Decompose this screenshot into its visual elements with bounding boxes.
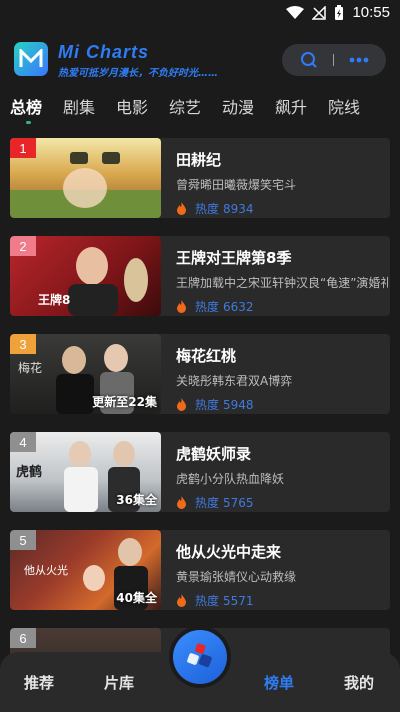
header-actions bbox=[282, 44, 386, 76]
heat-value: 8934 bbox=[223, 201, 254, 216]
item-title: 梅花红桃 bbox=[176, 347, 237, 365]
rank-badge: 4 bbox=[10, 432, 36, 452]
item-heat: 热度 6632 bbox=[176, 298, 254, 315]
heat-value: 6632 bbox=[223, 299, 254, 314]
center-fab[interactable] bbox=[169, 626, 231, 688]
list-item[interactable]: 虎鹤 4 36集全 虎鹤妖师录 虎鹤小分队热血降妖 热度 5765 bbox=[10, 432, 390, 512]
poster-image: 王牌8 2 bbox=[10, 236, 161, 316]
svg-text:虎鹤: 虎鹤 bbox=[16, 464, 42, 480]
active-tab-indicator bbox=[26, 121, 31, 124]
signal-off-icon bbox=[312, 5, 327, 20]
rank-badge: 2 bbox=[10, 236, 36, 256]
status-time: 10:55 bbox=[352, 4, 390, 21]
tab-all[interactable]: 总榜 bbox=[10, 94, 63, 124]
list-item[interactable]: 王牌8 2 王牌对王牌第8季 王牌加载中之宋亚轩钟汉良“龟速”演婚礼 热度 66… bbox=[10, 236, 390, 316]
tab-series[interactable]: 剧集 bbox=[63, 94, 116, 124]
svg-text:梅花: 梅花 bbox=[18, 360, 42, 375]
tab-cinema[interactable]: 院线 bbox=[328, 94, 381, 124]
item-description: 关晓彤韩东君双A博弈 bbox=[176, 374, 293, 388]
fire-icon bbox=[177, 300, 186, 313]
fire-icon bbox=[177, 202, 186, 215]
status-bar: 10:55 bbox=[0, 0, 400, 30]
svg-text:他从火光: 他从火光 bbox=[24, 563, 68, 577]
item-title: 虎鹤妖师录 bbox=[176, 445, 252, 463]
episode-label: 更新至22集 bbox=[92, 395, 157, 409]
tab-movies[interactable]: 电影 bbox=[116, 94, 169, 124]
app-header: Mi Charts 热爱可抵岁月漫长，不负好时光…… bbox=[0, 36, 400, 86]
tab-variety[interactable]: 综艺 bbox=[169, 94, 222, 124]
item-title: 田耕纪 bbox=[176, 151, 222, 169]
search-icon[interactable] bbox=[300, 51, 318, 69]
app-title: Mi Charts bbox=[58, 42, 150, 62]
nav-library[interactable]: 片库 bbox=[104, 672, 134, 693]
fire-icon bbox=[177, 398, 186, 411]
item-heat: 热度 5948 bbox=[176, 396, 254, 413]
item-description: 曾舜晞田曦薇爆笑宅斗 bbox=[176, 178, 297, 192]
episode-label: 40集全 bbox=[116, 591, 157, 605]
app-logo bbox=[14, 42, 48, 76]
rank-badge: 3 bbox=[10, 334, 36, 354]
svg-text:王牌8: 王牌8 bbox=[38, 292, 70, 307]
item-heat: 热度 8934 bbox=[176, 200, 254, 217]
nav-mine[interactable]: 我的 bbox=[344, 672, 374, 693]
list-item[interactable]: 梅花 3 更新至22集 梅花红桃 关晓彤韩东君双A博弈 热度 5948 bbox=[10, 334, 390, 414]
tab-rising[interactable]: 飙升 bbox=[275, 94, 328, 124]
category-tabs: 总榜 剧集 电影 综艺 动漫 飙升 院线 bbox=[0, 94, 400, 124]
rank-badge: 5 bbox=[10, 530, 36, 550]
fire-icon bbox=[177, 496, 186, 509]
more-icon[interactable] bbox=[349, 57, 369, 63]
tab-anime[interactable]: 动漫 bbox=[222, 94, 275, 124]
fire-icon bbox=[177, 594, 186, 607]
status-icons: 10:55 bbox=[286, 4, 390, 21]
nav-recommend[interactable]: 推荐 bbox=[24, 672, 54, 693]
fab-button[interactable] bbox=[173, 630, 227, 684]
list-item[interactable]: 他从火光 5 40集全 他从火光中走来 黄景瑜张婧仪心动救缘 热度 5571 bbox=[10, 530, 390, 610]
item-title: 他从火光中走来 bbox=[176, 543, 282, 561]
item-heat: 热度 5765 bbox=[176, 494, 254, 511]
squares-logo-icon bbox=[187, 643, 212, 668]
item-description: 黄景瑜张婧仪心动救缘 bbox=[176, 570, 297, 584]
heat-value: 5948 bbox=[223, 397, 254, 412]
item-heat: 热度 5571 bbox=[176, 592, 254, 609]
rank-badge: 6 bbox=[10, 628, 36, 648]
app-slogan: 热爱可抵岁月漫长，不负好时光…… bbox=[58, 68, 218, 79]
nav-charts[interactable]: 榜单 bbox=[264, 672, 294, 693]
item-description: 王牌加载中之宋亚轩钟汉良“龟速”演婚礼 bbox=[176, 276, 388, 290]
wifi-icon bbox=[286, 5, 305, 19]
item-title: 王牌对王牌第8季 bbox=[176, 249, 292, 267]
item-description: 虎鹤小分队热血降妖 bbox=[176, 472, 285, 486]
poster-image: 1 bbox=[10, 138, 161, 218]
pill-divider bbox=[332, 54, 334, 66]
list-item[interactable]: 1 田耕纪 曾舜晞田曦薇爆笑宅斗 热度 8934 bbox=[10, 138, 390, 218]
episode-label: 36集全 bbox=[116, 493, 157, 507]
heat-value: 5571 bbox=[223, 593, 254, 608]
poster-image: 梅花 3 更新至22集 bbox=[10, 334, 161, 414]
battery-charging-icon bbox=[335, 4, 344, 20]
poster-image: 虎鹤 4 36集全 bbox=[10, 432, 161, 512]
rank-badge: 1 bbox=[10, 138, 36, 158]
poster-image: 他从火光 5 40集全 bbox=[10, 530, 161, 610]
heat-value: 5765 bbox=[223, 495, 254, 510]
logo-m-icon bbox=[19, 49, 43, 67]
